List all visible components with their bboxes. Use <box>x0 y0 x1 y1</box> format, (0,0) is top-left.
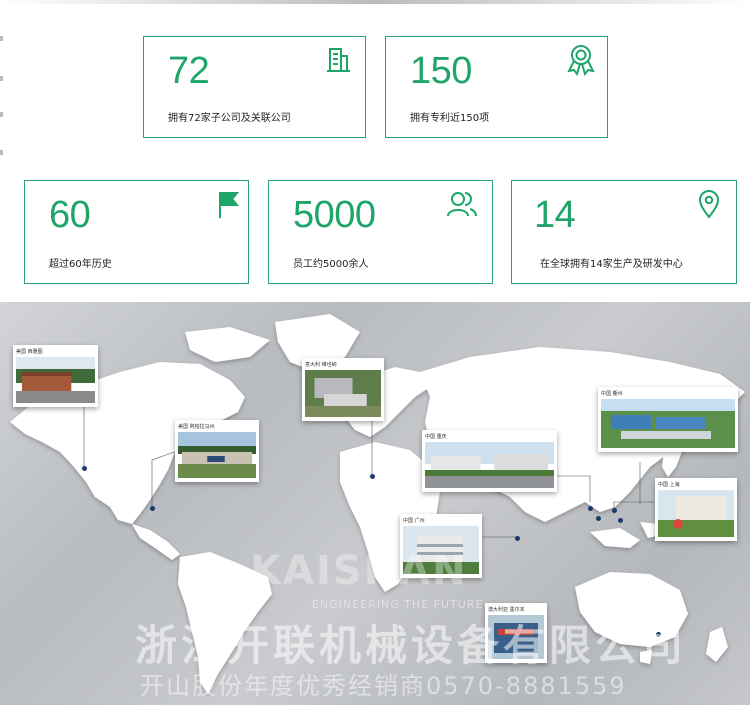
location-dot <box>82 466 87 471</box>
location-dot <box>150 506 155 511</box>
location-pin-icon <box>696 189 722 219</box>
stat-number: 150 <box>410 50 472 92</box>
photo-caption: 中国 上海 <box>658 482 680 488</box>
stat-label: 员工约5000余人 <box>293 259 369 270</box>
photo-caption: 中国 衢州 <box>601 391 623 397</box>
location-dot <box>596 516 601 521</box>
photo-caption: 中国 广州 <box>403 518 425 524</box>
stat-card-centers: 14 在全球拥有14家生产及研发中心 <box>511 180 737 284</box>
building-icon <box>325 45 351 75</box>
stat-card-employees: 5000 员工约5000余人 <box>268 180 493 284</box>
stat-card-patents: 150 拥有专利近150项 <box>385 36 608 138</box>
photo-caption: 美国 西雅图 <box>16 349 43 355</box>
location-dot <box>588 506 593 511</box>
award-icon <box>565 43 597 77</box>
users-icon <box>446 189 478 219</box>
location-photo-alabama: 美国 阿帕拉马州 <box>175 420 259 482</box>
watermark-company: 浙江开联机械设备有限公司 <box>135 621 688 670</box>
flag-icon <box>216 189 242 219</box>
side-mark <box>0 36 3 41</box>
stat-number: 60 <box>49 194 91 236</box>
watermark-logo: KAISHAN <box>250 548 468 594</box>
stat-label: 拥有72家子公司及关联公司 <box>168 113 291 124</box>
location-photo-seattle: 美国 西雅图 <box>13 345 98 407</box>
stat-label: 拥有专利近150项 <box>410 113 490 124</box>
stat-card-history: 60 超过60年历史 <box>24 180 249 284</box>
photo-caption: 中国 重庆 <box>425 434 447 440</box>
location-photo-italy: 意大利 维也纳 <box>302 358 384 421</box>
side-mark <box>0 76 3 81</box>
location-dot <box>612 508 617 513</box>
location-dot <box>515 536 520 541</box>
watermark-slogan: ENGINEERING THE FUTURE <box>312 598 484 611</box>
location-photo-shanghai: 中国 上海 <box>655 478 737 541</box>
stat-number: 5000 <box>293 194 376 236</box>
location-photo-chongqing: 中国 重庆 <box>422 430 557 492</box>
top-divider <box>0 0 750 4</box>
side-mark <box>0 150 3 155</box>
photo-caption: 美国 阿帕拉马州 <box>178 424 215 430</box>
stat-card-subsidiaries: 72 拥有72家子公司及关联公司 <box>143 36 366 138</box>
stat-number: 14 <box>534 194 576 236</box>
stat-label: 超过60年历史 <box>49 259 112 270</box>
stat-label: 在全球拥有14家生产及研发中心 <box>540 259 683 270</box>
photo-caption: 意大利 维也纳 <box>305 362 337 368</box>
location-dot <box>370 474 375 479</box>
location-photo-quzhou: 中国 衢州 <box>598 387 738 452</box>
stat-number: 72 <box>168 50 210 92</box>
location-dot <box>618 518 623 523</box>
watermark-dealer: 开山股份年度优秀经销商0570-8881559 <box>140 672 627 700</box>
side-mark <box>0 112 3 117</box>
